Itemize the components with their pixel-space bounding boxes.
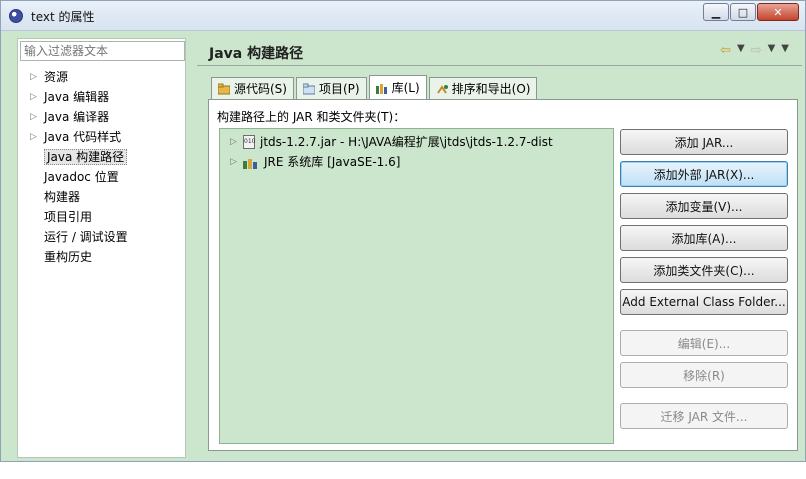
window-controls: ▁ □ ✕ <box>702 3 799 21</box>
tab-label: 源代码(S) <box>234 82 287 96</box>
remove-button[interactable]: 移除(R) <box>620 362 788 388</box>
tree-item-label: Javadoc 位置 <box>44 170 119 184</box>
tab-source[interactable]: 源代码(S) <box>211 77 294 99</box>
tree-item-java-build-path[interactable]: Java 构建路径 <box>26 147 128 167</box>
tree-item-refactoring-history[interactable]: 重构历史 <box>26 247 128 267</box>
project-folder-icon <box>302 83 316 95</box>
tree-item-label: Java 代码样式 <box>44 130 122 144</box>
expand-arrow-icon[interactable]: ▷ <box>230 153 238 171</box>
tree-item-run-debug-settings[interactable]: 运行 / 调试设置 <box>26 227 128 247</box>
add-library-button[interactable]: 添加库(A)... <box>620 225 788 251</box>
window-title: text 的属性 <box>31 10 95 24</box>
list-item[interactable]: ▷ 010 jtds-1.2.7.jar - H:\JAVA编程扩展\jtds\… <box>230 133 553 151</box>
add-external-jar-button[interactable]: 添加外部 JAR(X)... <box>620 161 788 187</box>
expand-arrow-icon[interactable]: ▷ <box>230 133 238 151</box>
tree-item-java-editor[interactable]: ▷ Java 编辑器 <box>26 87 128 107</box>
tab-label: 排序和导出(O) <box>451 82 531 96</box>
expand-arrow-icon[interactable]: ▷ <box>30 127 37 147</box>
eclipse-icon <box>9 9 23 23</box>
page-background <box>0 462 806 479</box>
list-item[interactable]: ▷ JRE 系统库 [JavaSE-1.6] <box>230 153 400 171</box>
add-external-class-folder-button[interactable]: Add External Class Folder... <box>620 289 788 315</box>
add-class-folder-button[interactable]: 添加类文件夹(C)... <box>620 257 788 283</box>
order-export-icon <box>436 83 448 95</box>
add-variable-button[interactable]: 添加变量(V)... <box>620 193 788 219</box>
tree-item-label: 运行 / 调试设置 <box>44 230 128 244</box>
view-menu-icon[interactable]: ▼ <box>781 43 789 58</box>
back-dropdown-icon[interactable]: ▼ <box>737 43 745 58</box>
maximize-button[interactable]: □ <box>730 3 756 21</box>
expand-arrow-icon[interactable]: ▷ <box>30 87 37 107</box>
tab-label: 库(L) <box>391 81 420 95</box>
libraries-tab-panel: 构建路径上的 JAR 和类文件夹(T)： ▷ 010 jtds-1.2.7.ja… <box>208 99 798 451</box>
filter-input[interactable] <box>20 41 185 61</box>
jar-list[interactable]: ▷ 010 jtds-1.2.7.jar - H:\JAVA编程扩展\jtds\… <box>219 128 614 444</box>
tab-projects[interactable]: 项目(P) <box>295 77 367 99</box>
close-button[interactable]: ✕ <box>757 3 799 21</box>
jar-icon: 010 <box>243 135 255 149</box>
tree-item-java-compiler[interactable]: ▷ Java 编译器 <box>26 107 128 127</box>
forward-arrow-icon[interactable]: ⇨ <box>751 43 762 58</box>
header-divider <box>197 65 802 66</box>
tree-item-label: Java 构建路径 <box>44 149 128 165</box>
tree-item-resource[interactable]: ▷ 资源 <box>26 67 128 87</box>
properties-window: text 的属性 ▁ □ ✕ ▷ 资源 ▷ Java 编辑器 ▷ Java 编译… <box>0 0 806 462</box>
title-bar[interactable]: text 的属性 ▁ □ ✕ <box>1 1 805 31</box>
category-tree: ▷ 资源 ▷ Java 编辑器 ▷ Java 编译器 ▷ Java 代码样式 J… <box>26 67 128 267</box>
expand-arrow-icon[interactable]: ▷ <box>30 67 37 87</box>
tab-libraries[interactable]: 库(L) <box>368 75 427 99</box>
list-item-label: JRE 系统库 [JavaSE-1.6] <box>264 155 401 169</box>
add-jar-button[interactable]: 添加 JAR... <box>620 129 788 155</box>
page-navigation: ⇦ ▼ ⇨ ▼ ▼ <box>720 43 789 58</box>
edit-button[interactable]: 编辑(E)... <box>620 330 788 356</box>
minimize-button[interactable]: ▁ <box>703 3 729 21</box>
tree-item-project-references[interactable]: 项目引用 <box>26 207 128 227</box>
expand-arrow-icon[interactable]: ▷ <box>30 107 37 127</box>
forward-dropdown-icon[interactable]: ▼ <box>768 43 776 58</box>
tree-item-label: 资源 <box>44 70 69 84</box>
tree-item-label: 构建器 <box>44 190 81 204</box>
source-folder-icon <box>217 83 231 95</box>
tree-item-java-code-style[interactable]: ▷ Java 代码样式 <box>26 127 128 147</box>
library-icon <box>243 156 259 169</box>
tree-item-label: Java 编辑器 <box>44 90 110 104</box>
library-icon <box>375 82 388 94</box>
back-arrow-icon[interactable]: ⇦ <box>720 43 731 58</box>
tree-item-label: Java 编译器 <box>44 110 110 124</box>
tree-item-label: 重构历史 <box>44 250 93 264</box>
list-item-label: jtds-1.2.7.jar - H:\JAVA编程扩展\jtds\jtds-1… <box>260 135 553 149</box>
tab-order-export[interactable]: 排序和导出(O) <box>428 77 538 99</box>
jar-list-label: 构建路径上的 JAR 和类文件夹(T)： <box>217 110 406 124</box>
page-title: Java 构建路径 <box>209 46 304 62</box>
tree-item-label: 项目引用 <box>44 210 93 224</box>
category-panel: ▷ 资源 ▷ Java 编辑器 ▷ Java 编译器 ▷ Java 代码样式 J… <box>17 38 186 458</box>
migrate-jar-button[interactable]: 迁移 JAR 文件... <box>620 403 788 429</box>
build-path-tabs: 源代码(S) 项目(P) 库(L) 排序和导出(O) <box>211 75 539 99</box>
tab-label: 项目(P) <box>318 82 360 96</box>
tree-item-javadoc-location[interactable]: Javadoc 位置 <box>26 167 128 187</box>
tree-item-builders[interactable]: 构建器 <box>26 187 128 207</box>
